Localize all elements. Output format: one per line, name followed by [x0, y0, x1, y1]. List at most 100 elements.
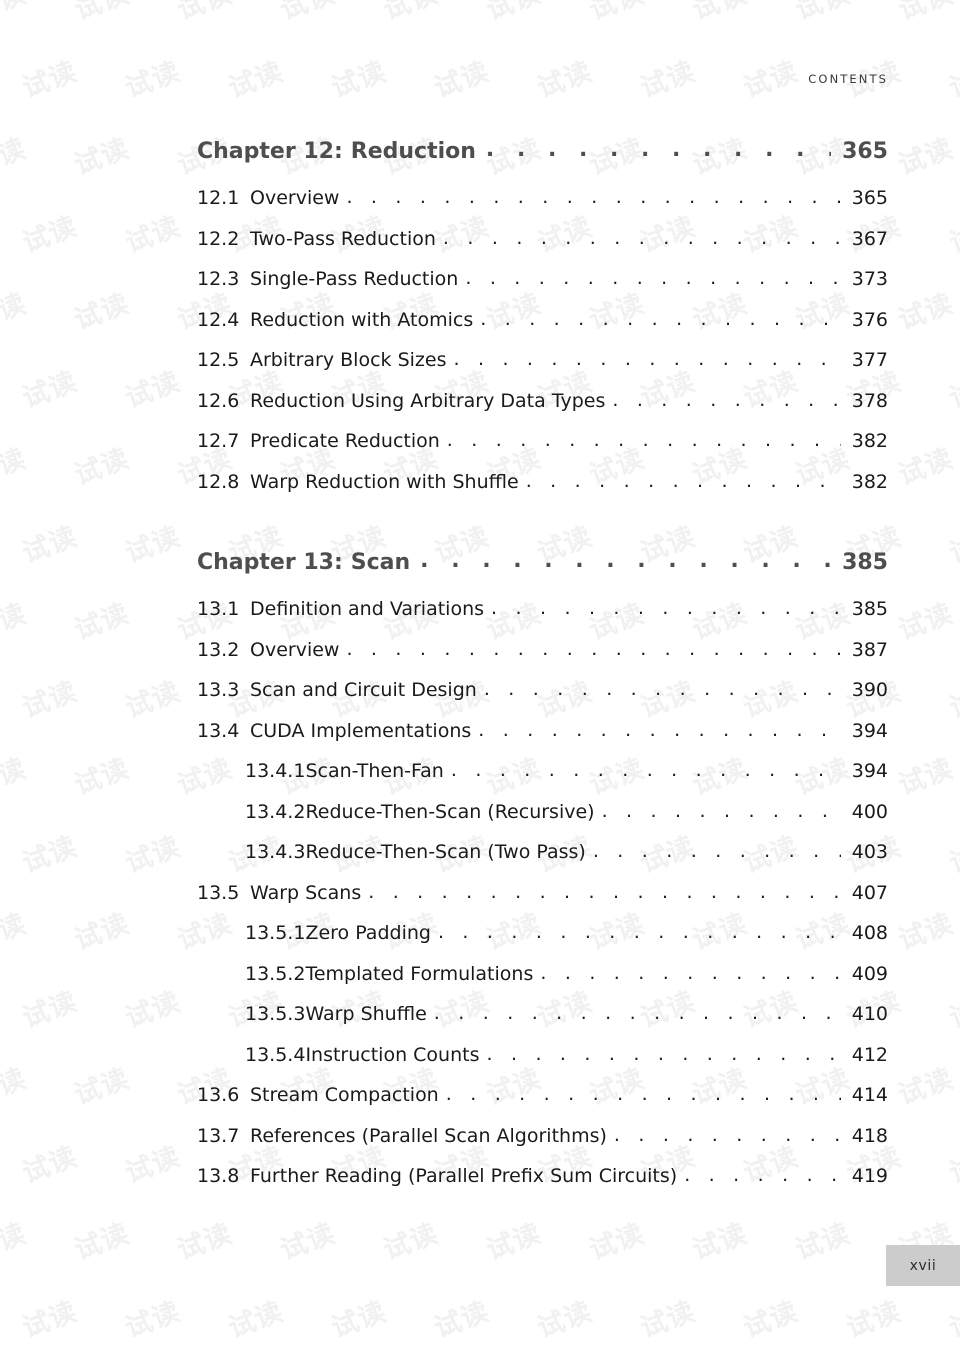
toc-leader-dots: . . . . . . . . . . . . . . . . . . . . … [601, 799, 841, 822]
toc-entry-title: Templated Formulations [305, 962, 534, 985]
toc-entry-title: Further Reading (Parallel Prefix Sum Cir… [250, 1165, 678, 1187]
toc-leader-dots: . . . . . . . . . . . . . . . . . . . . … [433, 1002, 841, 1024]
toc-leader-dots: . . . . . . . . . . . . . . . . . . . . … [442, 226, 841, 249]
toc-section-entry[interactable]: 13.5 Warp Scans . . . . . . . . . . . . . … [197, 880, 888, 923]
page-folio: xvii [886, 1245, 960, 1286]
toc-entry-number: 13.6 [197, 1084, 240, 1106]
toc-entry-title: Reduction with Atomics [250, 308, 474, 331]
toc-leader-dots: . . . . . . . . . . . . . . . . . . . . … [486, 1042, 842, 1065]
toc-section-entry[interactable]: 13.4.1 Scan-Then-Fan . . . . . . . . . . .… [245, 759, 888, 801]
toc-section-entry[interactable]: 13.1 Definition and Variations . . . . . .… [197, 597, 888, 639]
toc-leader-dots: . . . . . . . . . . . . . . . . . . . . … [368, 880, 841, 903]
toc-section-entry[interactable]: 12.3 Single-Pass Reduction . . . . . . . .… [197, 267, 888, 309]
toc-entry-number: 12.6 [197, 389, 240, 412]
toc-chapter-entry[interactable]: Chapter 12: Reduction . . . . . . . . . . … [197, 137, 888, 187]
chapter-spacer [0, 511, 960, 550]
toc-entry-number: 12.3 [197, 268, 240, 290]
toc-entry-page-number: 385 [842, 550, 888, 575]
toc-entry-title: Stream Compaction [250, 1084, 439, 1106]
toc-entry-number: Chapter 13: [197, 550, 343, 575]
toc-entry-title: Reduction Using Arbitrary Data Types [250, 389, 606, 412]
toc-entry-page-number: 394 [851, 760, 888, 782]
toc-entry-title: Overview [250, 187, 340, 209]
toc-leader-dots: . . . . . . . . . . . . . . . . . . . . … [491, 597, 841, 619]
toc-leader-dots: . . . . . . . . . . . . . . . . . . . . … [613, 1123, 841, 1146]
toc-entry-number: 13.5 [197, 881, 240, 904]
toc-entry-page-number: 400 [851, 800, 888, 823]
toc-entry-title: CUDA Implementations [250, 719, 472, 742]
toc-entry-number: 13.2 [197, 638, 240, 661]
toc-entry-title: Warp Scans [250, 881, 362, 904]
toc-entry-title: Scan-Then-Fan [305, 760, 444, 782]
toc-section-entry[interactable]: 12.2 Two-Pass Reduction . . . . . . . . . … [197, 226, 888, 269]
toc-section-entry[interactable]: 13.8 Further Reading (Parallel Prefix Sum… [197, 1164, 888, 1206]
toc-entry-title: Scan and Circuit Design [250, 679, 477, 701]
toc-entry-number: 13.4.2 [245, 800, 306, 823]
toc-entry-title: Reduce-Then-Scan (Recursive) [305, 800, 595, 823]
toc-entry-page-number: 418 [851, 1124, 888, 1147]
toc-entry-title: References (Parallel Scan Algorithms) [250, 1124, 607, 1147]
toc-section-entry[interactable]: 13.6 Stream Compaction . . . . . . . . . .… [197, 1083, 888, 1125]
document-page: 试读 试读 试读 试读 试读 试读 试读 试读 试读 试读 试读 试读 试读 试读 试读 试读 试读 试读 试读 试读… [0, 0, 960, 1357]
toc-leader-dots: . . . . . . . . . . . . . . . . . . . . … [525, 469, 841, 492]
toc-entry-number: 13.5.4 [245, 1043, 306, 1066]
toc-entry-page-number: 390 [851, 679, 888, 701]
table-of-contents: Chapter 12: Reduction . . . . . . . . . . … [0, 137, 960, 1206]
toc-entry-number: 13.5.1 [245, 922, 306, 944]
toc-leader-dots: . . . . . . . . . . . . . . . . . . . . … [437, 921, 841, 943]
toc-entry-number: 13.4.3 [245, 841, 306, 863]
toc-section-entry[interactable]: 13.5.1 Zero Padding . . . . . . . . . . . … [245, 921, 888, 963]
page-content: CONTENTS Chapter 12: Reduction . . . . . .… [0, 0, 960, 1357]
toc-section-entry[interactable]: 13.3 Scan and Circuit Design . . . . . . .… [197, 678, 888, 720]
toc-entry-number: 13.5.3 [245, 1003, 306, 1025]
toc-section-entry[interactable]: 13.5.3 Warp Shuffle . . . . . . . . . . . … [245, 1002, 888, 1044]
toc-entry-title: Single-Pass Reduction [250, 268, 459, 290]
toc-section-entry[interactable]: 12.8 Warp Reduction with Shuffle . . . . .… [197, 469, 888, 512]
toc-leader-dots: . . . . . . . . . . . . . . . . . . . . … [346, 637, 841, 660]
toc-entry-page-number: 414 [851, 1084, 888, 1106]
toc-entry-page-number: 410 [851, 1003, 888, 1025]
toc-section-entry[interactable]: 12.5 Arbitrary Block Sizes . . . . . . . .… [197, 348, 888, 390]
toc-section-entry[interactable]: 13.5.2 Templated Formulations . . . . . . … [245, 962, 888, 1004]
toc-entry-number: 12.2 [197, 227, 240, 250]
toc-section-entry[interactable]: 13.4.2 Reduce-Then-Scan (Recursive) . . . … [245, 799, 888, 842]
toc-section-entry[interactable]: 12.7 Predicate Reduction . . . . . . . . .… [197, 429, 888, 471]
toc-leader-dots: . . . . . . . . . . . . . . . . . . . . … [478, 718, 841, 741]
toc-entry-page-number: 378 [851, 389, 888, 412]
toc-section-entry[interactable]: 12.6 Reduction Using Arbitrary Data Types… [197, 389, 888, 431]
toc-entry-title: Two-Pass Reduction [250, 227, 436, 250]
toc-entry-number: 13.3 [197, 679, 240, 701]
toc-entry-page-number: 382 [851, 430, 888, 452]
toc-entry-title: Overview [250, 638, 340, 661]
running-head: CONTENTS [808, 72, 888, 86]
toc-leader-dots: . . . . . . . . . . . . . . . . . . . . … [465, 267, 841, 289]
toc-section-entry[interactable]: 13.2 Overview . . . . . . . . . . . . . . … [197, 637, 888, 680]
toc-entry-page-number: 394 [851, 719, 888, 742]
toc-leader-dots: . . . . . . . . . . . . . . . . . . . . … [446, 429, 841, 451]
toc-entry-page-number: 385 [851, 598, 888, 620]
toc-entry-title: Warp Reduction with Shuffle [250, 470, 519, 493]
toc-leader-dots: . . . . . . . . . . . . . . . . . . . . … [445, 1083, 841, 1105]
toc-section-entry[interactable]: 13.4 CUDA Implementations . . . . . . . . … [197, 718, 888, 761]
toc-section-entry[interactable]: 13.7 References (Parallel Scan Algorithms… [197, 1123, 888, 1166]
toc-leader-dots: . . . . . . . . . . . . . . . . . . . . … [483, 678, 841, 700]
toc-entry-page-number: 373 [851, 268, 888, 290]
toc-section-entry[interactable]: 13.5.4 Instruction Counts . . . . . . . . … [245, 1042, 888, 1085]
toc-entry-page-number: 376 [851, 308, 888, 331]
toc-section-entry[interactable]: 13.4.3 Reduce-Then-Scan (Two Pass) . . . .… [245, 840, 888, 882]
toc-entry-number: 12.7 [197, 430, 240, 452]
toc-leader-dots: . . . . . . . . . . . . . . . . . . . . … [684, 1164, 841, 1186]
toc-section-entry[interactable]: 12.1 Overview . . . . . . . . . . . . . . … [197, 186, 888, 228]
toc-entry-title: Predicate Reduction [250, 430, 440, 452]
toc-entry-number: 12.8 [197, 470, 240, 493]
toc-chapter-entry[interactable]: Chapter 13: Scan . . . . . . . . . . . . .… [197, 548, 888, 598]
toc-leader-dots: . . . . . . . . . . . . . . . . . . . . … [420, 548, 831, 573]
toc-entry-number: Chapter 12: [197, 139, 343, 164]
toc-entry-page-number: 377 [851, 349, 888, 371]
toc-entry-page-number: 365 [851, 187, 888, 209]
toc-entry-number: 12.5 [197, 349, 240, 371]
toc-entry-title: Arbitrary Block Sizes [250, 349, 447, 371]
toc-entry-number: 13.8 [197, 1165, 240, 1187]
toc-entry-page-number: 365 [842, 139, 888, 164]
toc-section-entry[interactable]: 12.4 Reduction with Atomics . . . . . . . … [197, 308, 888, 350]
